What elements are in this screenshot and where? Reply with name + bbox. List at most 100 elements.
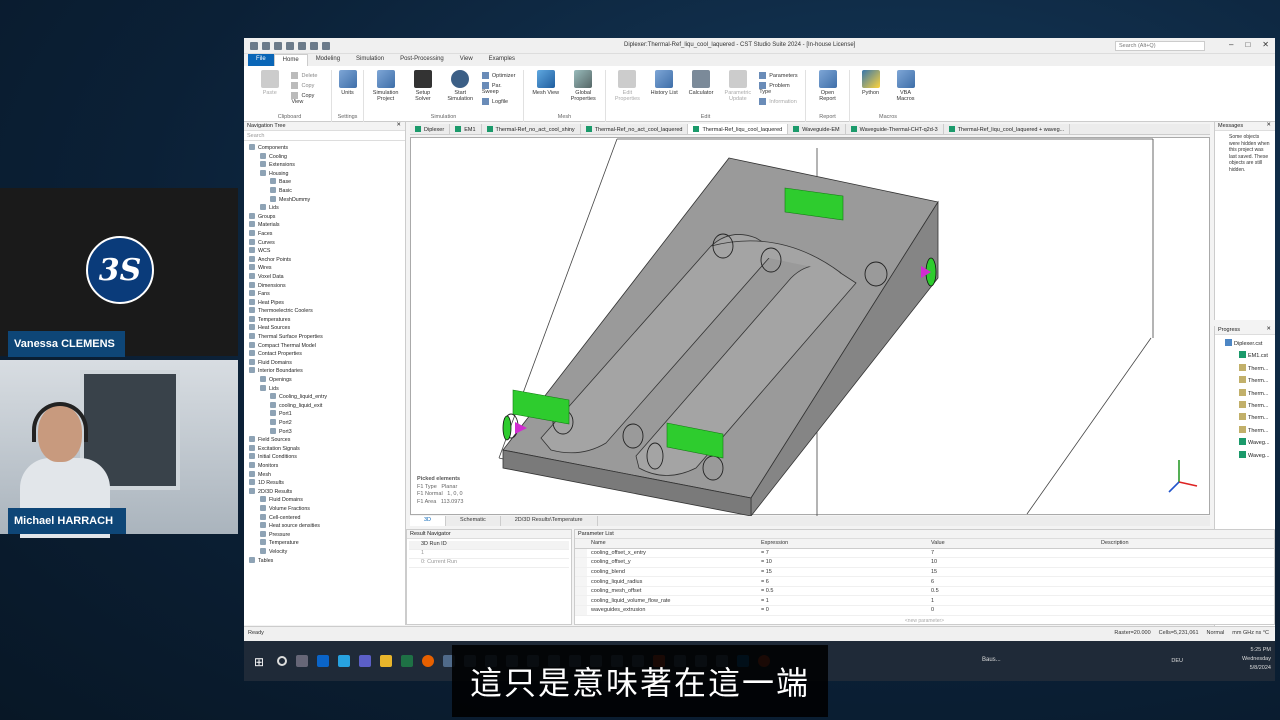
tree-item[interactable]: Compact Thermal Model — [246, 342, 403, 351]
view-tab[interactable]: Diplexer — [410, 124, 451, 134]
tree-item[interactable]: Field Sources — [246, 436, 403, 445]
result-nav-row[interactable]: 0: Current Run — [409, 559, 569, 568]
tree-item[interactable]: Heat Sources — [246, 324, 403, 333]
tree-item[interactable]: Thermal Surface Properties — [246, 333, 403, 342]
progress-item[interactable]: Therm... — [1217, 363, 1273, 375]
progress-item[interactable]: Waveg... — [1217, 450, 1273, 462]
excel-icon[interactable] — [401, 655, 413, 667]
tree-item[interactable]: Temperature — [246, 539, 403, 548]
close-icon[interactable]: ✕ — [1266, 326, 1271, 332]
table-row[interactable]: cooling_offset_y = 10 10 — [575, 557, 1274, 568]
nav-search-input[interactable]: Search — [244, 131, 405, 141]
optimizer-button[interactable]: Optimizer — [482, 72, 517, 79]
quick-access-toolbar[interactable] — [250, 41, 330, 50]
view-tab[interactable]: EM1 — [450, 124, 482, 134]
task-view-icon[interactable] — [296, 655, 308, 667]
tree-item[interactable]: Fluid Domains — [246, 496, 403, 505]
param-expression[interactable]: = 1 — [757, 595, 927, 607]
progress-item[interactable]: Waveg... — [1217, 437, 1273, 449]
skype-icon[interactable] — [338, 655, 350, 667]
param-expression[interactable]: = 10 — [757, 557, 927, 568]
view-tab[interactable]: Thermal-Ref_liqu_cool_laquered + waveg..… — [944, 124, 1071, 134]
param-expression[interactable]: = 7 — [757, 548, 927, 559]
param-expression[interactable]: = 15 — [757, 567, 927, 578]
tree-item[interactable]: cooling_liquid_exit — [246, 402, 403, 411]
tab-simulation[interactable]: Simulation — [348, 54, 392, 66]
tree-item[interactable]: Heat source densities — [246, 522, 403, 531]
search-input[interactable]: Search (Alt+Q) — [1115, 41, 1205, 51]
progress-item[interactable]: Diplexer.cst — [1217, 338, 1273, 350]
tab-modeling[interactable]: Modeling — [308, 54, 348, 66]
tab-schematic[interactable]: Schematic — [446, 516, 501, 526]
tree-item[interactable]: Port2 — [246, 419, 403, 428]
language-indicator[interactable]: DEU — [1171, 658, 1183, 664]
tree-item[interactable]: Groups — [246, 213, 403, 222]
tree-item[interactable]: Cooling — [246, 153, 403, 162]
tree-item[interactable]: Initial Conditions — [246, 453, 403, 462]
tree-item[interactable]: Temperatures — [246, 316, 403, 325]
window-controls[interactable]: – □ ✕ — [1229, 40, 1269, 49]
view-tab[interactable]: Thermal-Ref_no_act_cool_laquered — [581, 124, 689, 134]
explorer-icon[interactable] — [380, 655, 392, 667]
tree-item[interactable]: Excitation Signals — [246, 445, 403, 454]
logfile-button[interactable]: Logfile — [482, 98, 517, 105]
copy-button[interactable]: Copy — [291, 82, 325, 89]
information-button[interactable]: Information — [759, 98, 799, 105]
tree-item[interactable]: Thermoelectric Coolers — [246, 307, 403, 316]
tree-item[interactable]: 1D Results — [246, 479, 403, 488]
tree-item[interactable]: Curves — [246, 239, 403, 248]
tab-home[interactable]: Home — [273, 54, 308, 66]
tab-temperature-result[interactable]: 2D/3D Results\Temperature — [501, 516, 598, 526]
close-icon[interactable]: ✕ — [396, 122, 401, 128]
windows-start-icon[interactable]: ⊞ — [254, 655, 268, 669]
tree-item[interactable]: Housing — [246, 170, 403, 179]
tab-file[interactable]: File — [248, 54, 274, 66]
outlook-icon[interactable] — [317, 655, 329, 667]
weather-widget[interactable]: Baus... — [982, 657, 1001, 663]
tree-item[interactable]: Base — [246, 178, 403, 187]
delete-button[interactable]: Delete — [291, 72, 325, 79]
tree-item[interactable]: Velocity — [246, 548, 403, 557]
search-icon[interactable] — [277, 656, 287, 666]
clock[interactable]: 5:25 PM Wednesday 5/8/2024 — [1242, 646, 1271, 673]
tree-item[interactable]: Openings — [246, 376, 403, 385]
tree-item[interactable]: Interior Boundaries — [246, 367, 403, 376]
tree-item[interactable]: Cell-centered — [246, 514, 403, 523]
progress-item[interactable]: EM1.cst — [1217, 350, 1273, 362]
tree-item[interactable]: Tables — [246, 557, 403, 566]
tree-item[interactable]: Contact Properties — [246, 350, 403, 359]
tree-item[interactable]: Components — [246, 144, 403, 153]
tree-item[interactable]: Lids — [246, 385, 403, 394]
tree-item[interactable]: Materials — [246, 221, 403, 230]
tab-3d[interactable]: 3D — [410, 516, 447, 526]
firefox-icon[interactable] — [422, 655, 434, 667]
tree-item[interactable]: Fluid Domains — [246, 359, 403, 368]
param-expression[interactable]: = 6 — [757, 576, 927, 587]
tree-item[interactable]: Faces — [246, 230, 403, 239]
tree-item[interactable]: MeshDummy — [246, 196, 403, 205]
table-row[interactable]: cooling_blend = 15 15 — [575, 567, 1274, 578]
tree-item[interactable]: Basic — [246, 187, 403, 196]
progress-item[interactable]: Therm... — [1217, 425, 1273, 437]
param-expression[interactable]: = 0.5 — [757, 586, 927, 597]
teams-icon[interactable] — [359, 655, 371, 667]
tree-item[interactable]: Cooling_liquid_entry — [246, 393, 403, 402]
table-row[interactable]: cooling_mesh_offset = 0.5 0.5 — [575, 586, 1274, 597]
result-nav-row[interactable]: 1 — [409, 550, 569, 559]
view-tab[interactable]: Waveguide-Thermal-CHT-q2d-3 — [846, 124, 944, 134]
tree-item[interactable]: Extensions — [246, 161, 403, 170]
tree-item[interactable]: 2D/3D Results — [246, 488, 403, 497]
close-icon[interactable]: ✕ — [1266, 122, 1271, 128]
tab-post-processing[interactable]: Post-Processing — [392, 54, 452, 66]
copy-view-button[interactable]: Copy View — [291, 92, 325, 105]
tree-item[interactable]: Dimensions — [246, 282, 403, 291]
tree-item[interactable]: Anchor Points — [246, 256, 403, 265]
table-row[interactable]: waveguides_extrusion = 00 — [575, 605, 1274, 616]
table-row[interactable]: cooling_offset_x_entry = 77 — [575, 548, 1274, 559]
tree-item[interactable]: Pressure — [246, 531, 403, 540]
progress-item[interactable]: Therm... — [1217, 375, 1273, 387]
tree-item[interactable]: Port3 — [246, 428, 403, 437]
view-tab[interactable]: Thermal-Ref_no_act_cool_shiny — [482, 124, 581, 134]
new-parameter-row[interactable]: <new parameter> — [575, 616, 1274, 624]
tree-item[interactable]: Lids — [246, 204, 403, 213]
